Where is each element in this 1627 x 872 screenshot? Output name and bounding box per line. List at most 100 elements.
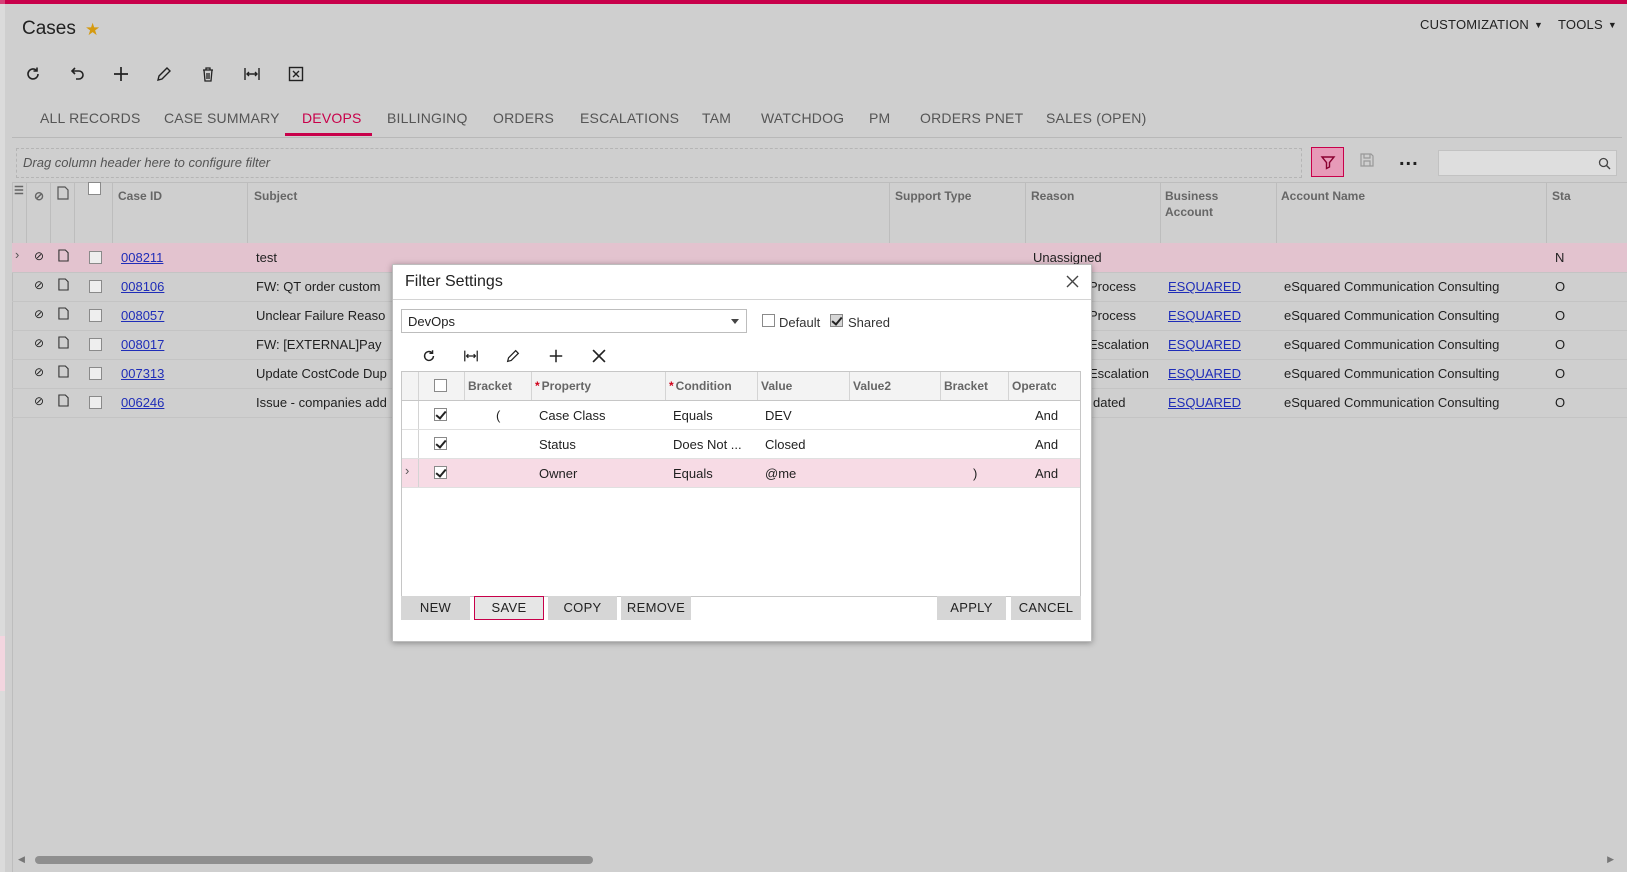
operator-cell[interactable]: And	[1035, 408, 1058, 423]
filter-settings-button[interactable]	[1311, 147, 1344, 177]
column-header-subject[interactable]: Subject	[254, 188, 297, 204]
value-cell[interactable]: DEV	[765, 408, 792, 423]
column-header-operator[interactable]: Operatc	[1012, 379, 1056, 393]
case-id-link[interactable]: 008211	[121, 250, 163, 265]
column-header-value2[interactable]: Value2	[853, 379, 891, 393]
column-header-value[interactable]: Value	[761, 379, 792, 393]
bracket-open-cell[interactable]: (	[496, 408, 500, 423]
column-header-business-account[interactable]: Business Account	[1165, 188, 1218, 220]
column-header-reason[interactable]: Reason	[1031, 188, 1074, 204]
dialog-edit-button[interactable]	[499, 343, 527, 369]
row-selector-icon[interactable]: ☰	[14, 183, 24, 199]
condition-checkbox[interactable]	[434, 437, 447, 450]
condition-row[interactable]: ( Case Class Equals DEV And	[402, 401, 1080, 430]
column-header-account-name[interactable]: Account Name	[1281, 188, 1365, 204]
save-filter-button[interactable]	[1359, 152, 1375, 173]
attachment-icon[interactable]: ⊘	[34, 307, 44, 321]
tab-case-summary[interactable]: CASE SUMMARY	[164, 110, 280, 126]
refresh-button[interactable]	[18, 60, 48, 88]
default-checkbox[interactable]	[762, 314, 775, 327]
save-button[interactable]: SAVE	[474, 596, 544, 620]
close-button[interactable]	[1066, 275, 1079, 293]
note-icon[interactable]	[58, 394, 69, 410]
dialog-delete-row-button[interactable]	[585, 343, 613, 369]
condition-checkbox[interactable]	[434, 466, 447, 479]
condition-checkbox[interactable]	[434, 408, 447, 421]
row-checkbox[interactable]	[89, 251, 102, 264]
tab-escalations[interactable]: ESCALATIONS	[580, 110, 679, 126]
property-cell[interactable]: Case Class	[539, 408, 605, 423]
customization-menu[interactable]: CUSTOMIZATION ▼	[1420, 17, 1543, 32]
select-all-checkbox[interactable]	[88, 182, 101, 195]
value-cell[interactable]: Closed	[765, 437, 805, 452]
column-header-condition[interactable]: * Condition	[669, 379, 732, 393]
business-account-link[interactable]: ESQUARED	[1168, 308, 1241, 323]
row-checkbox[interactable]	[89, 309, 102, 322]
favorite-star-icon[interactable]: ★	[85, 20, 100, 40]
tools-menu[interactable]: TOOLS ▼	[1558, 17, 1617, 32]
select-all-conditions-checkbox[interactable]	[434, 379, 447, 392]
tab-orders-pnet[interactable]: ORDERS PNET	[920, 110, 1023, 126]
tab-billinginq[interactable]: BILLINGINQ	[387, 110, 468, 126]
tab-watchdog[interactable]: WATCHDOG	[761, 110, 844, 126]
cancel-button[interactable]: CANCEL	[1011, 596, 1081, 620]
horizontal-scrollbar[interactable]: ◀ ▶	[16, 854, 1616, 866]
scroll-right-icon[interactable]: ▶	[1607, 854, 1614, 865]
note-icon[interactable]	[58, 249, 69, 265]
attachment-icon[interactable]: ⊘	[34, 336, 44, 350]
add-button[interactable]	[106, 60, 136, 88]
condition-row[interactable]: › Owner Equals @me ) And	[402, 459, 1080, 488]
fit-columns-button[interactable]	[237, 60, 267, 88]
property-cell[interactable]: Owner	[539, 466, 577, 481]
column-header-bracket-open[interactable]: Bracket	[468, 379, 512, 393]
condition-row[interactable]: Status Does Not ... Closed And	[402, 430, 1080, 459]
operator-cell[interactable]: And	[1035, 437, 1058, 452]
apply-button[interactable]: APPLY	[937, 596, 1006, 620]
bracket-close-cell[interactable]: )	[973, 466, 977, 481]
delete-button[interactable]	[193, 60, 223, 88]
tab-pm[interactable]: PM	[869, 110, 890, 126]
value-cell[interactable]: @me	[765, 466, 796, 481]
filter-drop-zone[interactable]: Drag column header here to configure fil…	[16, 148, 1302, 178]
column-header-support-type[interactable]: Support Type	[895, 188, 971, 204]
search-input[interactable]	[1438, 150, 1617, 176]
scroll-left-icon[interactable]: ◀	[18, 854, 25, 865]
row-checkbox[interactable]	[89, 338, 102, 351]
operator-cell[interactable]: And	[1035, 466, 1058, 481]
shared-checkbox[interactable]	[830, 314, 843, 327]
case-id-link[interactable]: 008017	[121, 337, 164, 352]
tab-orders[interactable]: ORDERS	[493, 110, 554, 126]
edit-button[interactable]	[149, 60, 179, 88]
column-header-status[interactable]: Sta	[1552, 188, 1571, 204]
column-header-bracket-close[interactable]: Bracket	[944, 379, 988, 393]
attachment-icon[interactable]: ⊘	[34, 365, 44, 379]
tab-devops[interactable]: DEVOPS	[302, 110, 362, 126]
more-options-button[interactable]: ...	[1399, 148, 1419, 171]
business-account-link[interactable]: ESQUARED	[1168, 366, 1241, 381]
copy-button[interactable]: COPY	[548, 596, 617, 620]
attachment-icon[interactable]: ⊘	[34, 278, 44, 292]
remove-button[interactable]: REMOVE	[621, 596, 691, 620]
attachment-icon[interactable]: ⊘	[34, 394, 44, 408]
case-id-link[interactable]: 008057	[121, 308, 164, 323]
row-expand-icon[interactable]: ›	[405, 463, 409, 478]
column-header-case-id[interactable]: Case ID	[118, 188, 162, 204]
condition-cell[interactable]: Equals	[673, 466, 713, 481]
case-id-link[interactable]: 007313	[121, 366, 164, 381]
condition-cell[interactable]: Does Not ...	[673, 437, 742, 452]
row-checkbox[interactable]	[89, 396, 102, 409]
note-icon[interactable]	[58, 278, 69, 294]
dialog-add-row-button[interactable]	[542, 343, 570, 369]
export-excel-button[interactable]	[281, 60, 311, 88]
row-checkbox[interactable]	[89, 280, 102, 293]
tab-tam[interactable]: TAM	[702, 110, 731, 126]
undo-button[interactable]	[62, 60, 92, 88]
note-icon[interactable]	[58, 365, 69, 381]
property-cell[interactable]: Status	[539, 437, 576, 452]
dialog-fit-columns-button[interactable]	[457, 343, 485, 369]
business-account-link[interactable]: ESQUARED	[1168, 337, 1241, 352]
note-icon[interactable]	[58, 336, 69, 352]
business-account-link[interactable]: ESQUARED	[1168, 279, 1241, 294]
business-account-link[interactable]: ESQUARED	[1168, 395, 1241, 410]
tab-sales-open[interactable]: SALES (OPEN)	[1046, 110, 1146, 126]
